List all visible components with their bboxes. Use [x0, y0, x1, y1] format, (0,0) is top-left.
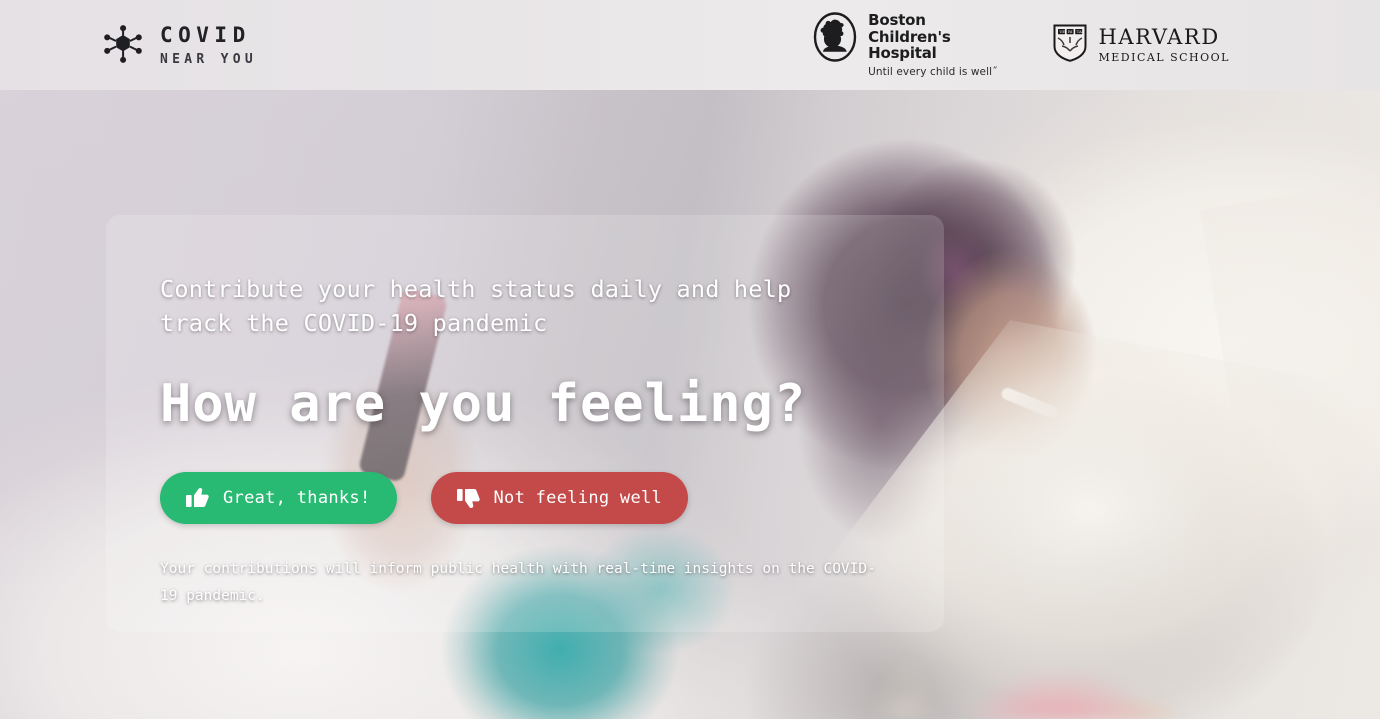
not-feeling-well-label: Not feeling well [493, 488, 663, 508]
boston-childrens-hospital-wordmark: Boston Children's Hospital Until every c… [868, 12, 997, 78]
hero-action-buttons: Great, thanks! Not feeling well [160, 472, 904, 524]
bch-name-line-2: Children's [868, 27, 951, 46]
harvard-name: HARVARD [1098, 25, 1220, 49]
bch-name-line-1: Boston [868, 11, 926, 30]
site-header: COVID NEAR YOU Boston Children's Hospita… [0, 0, 1380, 90]
not-feeling-well-button[interactable]: Not feeling well [430, 472, 689, 524]
page-root: COVID NEAR YOU Boston Children's Hospita… [0, 0, 1380, 719]
brand-subtitle: NEAR YOU [160, 51, 258, 67]
hero-kicker: Contribute your health status daily and … [160, 275, 792, 337]
svg-text:TAS: TAS [1077, 29, 1085, 34]
harvard-wordmark: HARVARD MEDICAL SCHOOL [1098, 26, 1230, 64]
bch-name-line-3: Hospital [868, 44, 937, 63]
harvard-shield-icon: VE RI TAS [1053, 24, 1087, 66]
hero-content: Contribute your health status daily and … [160, 272, 904, 610]
thumbs-up-icon [186, 487, 210, 509]
feeling-great-button[interactable]: Great, thanks! [160, 472, 397, 524]
feeling-great-label: Great, thanks! [223, 488, 371, 508]
brand-wordmark: COVID NEAR YOU [160, 22, 258, 67]
virus-icon [103, 25, 143, 65]
bch-tagline: Until every child is well˝ [868, 65, 998, 78]
svg-text:VE: VE [1059, 29, 1066, 34]
svg-text:RI: RI [1068, 29, 1073, 34]
harvard-subtitle: MEDICAL SCHOOL [1098, 51, 1230, 64]
partner-logos: Boston Children's Hospital Until every c… [812, 12, 1230, 78]
brand-title: COVID [160, 22, 251, 47]
partner-boston-childrens-hospital: Boston Children's Hospital Until every c… [812, 12, 997, 78]
hero-card: Contribute your health status daily and … [106, 215, 944, 632]
hero-note: Your contributions will inform public he… [160, 561, 876, 604]
boston-childrens-hospital-crest-icon [812, 12, 858, 68]
page-title: How are you feeling? [160, 374, 807, 434]
brand-logo-link[interactable]: COVID NEAR YOU [103, 22, 258, 67]
thumbs-down-icon [456, 487, 481, 509]
partner-harvard-medical-school: VE RI TAS HARVARD MEDICAL SCHOOL [1053, 24, 1230, 66]
